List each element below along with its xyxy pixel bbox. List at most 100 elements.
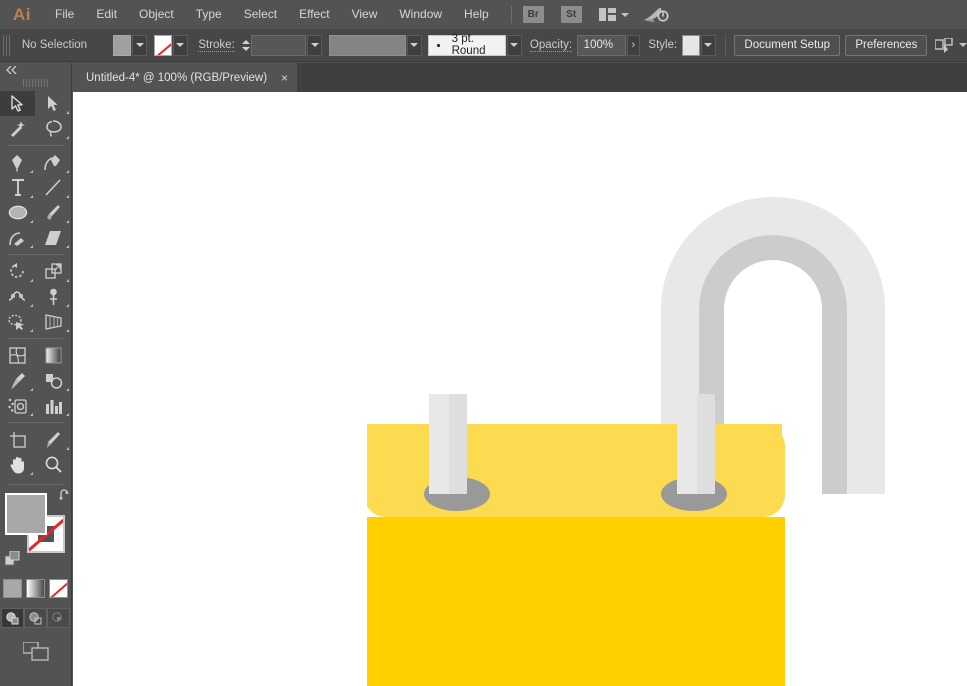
tools-panel	[0, 63, 72, 686]
document-setup-button[interactable]: Document Setup	[734, 34, 841, 56]
tool-flyout-indicator	[30, 195, 33, 198]
control-bar-grip[interactable]	[3, 34, 10, 56]
brush-definition-dropdown[interactable]	[506, 34, 522, 56]
menu-effect[interactable]: Effect	[288, 0, 340, 29]
collapse-panel-button[interactable]	[0, 63, 71, 77]
tools-panel-grip[interactable]	[22, 77, 49, 88]
type-tool[interactable]	[0, 175, 35, 200]
symbol-sprayer-tool[interactable]	[0, 393, 35, 418]
tool-flyout-indicator	[65, 388, 69, 391]
brush-definition-field[interactable]: 3 pt. Round	[428, 33, 506, 57]
draw-behind-button[interactable]	[24, 608, 47, 628]
tool-flyout-indicator	[30, 170, 33, 173]
draw-normal-button[interactable]	[1, 608, 24, 628]
menu-object[interactable]: Object	[128, 0, 185, 29]
tool-flyout-indicator	[30, 472, 33, 475]
tool-flyout-indicator	[30, 220, 33, 223]
magic-wand-tool[interactable]	[0, 116, 35, 141]
color-mode-button[interactable]	[3, 579, 22, 598]
stroke-swatch-dropdown[interactable]	[172, 34, 188, 56]
slice-tool[interactable]	[36, 427, 71, 452]
eraser-tool[interactable]	[36, 225, 71, 250]
direct-selection-tool[interactable]	[36, 91, 71, 116]
selection-status-label: No Selection	[21, 39, 88, 51]
graphic-style-swatch[interactable]	[681, 34, 700, 56]
pen-tool[interactable]	[0, 150, 35, 175]
menu-window[interactable]: Window	[388, 0, 453, 29]
line-segment-tool[interactable]	[36, 175, 71, 200]
brush-dot-icon	[437, 43, 440, 47]
menu-view[interactable]: View	[341, 0, 389, 29]
arrange-documents-icon[interactable]	[598, 8, 629, 21]
tool-group-drawing	[0, 150, 71, 250]
pencil-tool[interactable]	[0, 225, 35, 250]
graphic-style-dropdown[interactable]	[700, 34, 716, 56]
menu-edit[interactable]: Edit	[85, 0, 128, 29]
draw-inside-button[interactable]	[47, 608, 70, 628]
close-icon[interactable]: ×	[281, 72, 288, 84]
swap-fill-stroke-icon[interactable]	[58, 489, 73, 504]
stepper-down-icon	[242, 46, 251, 51]
change-screen-mode-icon[interactable]	[0, 642, 71, 661]
stroke-weight-input[interactable]	[251, 34, 307, 56]
scale-tool[interactable]	[36, 259, 71, 284]
chevron-down-icon	[310, 43, 319, 47]
free-transform-tool[interactable]	[36, 284, 71, 309]
stroke-weight-stepper[interactable]	[241, 35, 252, 56]
chevron-down-icon	[510, 43, 519, 47]
padlock-illustration[interactable]	[367, 154, 967, 686]
mesh-tool[interactable]	[0, 343, 35, 368]
eyedropper-tool[interactable]	[0, 368, 35, 393]
tools-divider	[8, 484, 63, 485]
search-adobe-stock-icon[interactable]	[643, 6, 669, 24]
paintbrush-tool[interactable]	[36, 200, 71, 225]
tool-flyout-indicator	[65, 136, 69, 139]
variable-width-dropdown[interactable]	[406, 34, 422, 56]
stroke-weight-label[interactable]: Stroke:	[198, 39, 235, 52]
fill-color-swatch[interactable]	[113, 34, 132, 56]
brush-definition-label: 3 pt. Round	[451, 33, 486, 57]
variable-width-profile-input[interactable]	[329, 34, 406, 56]
gradient-tool[interactable]	[36, 343, 71, 368]
menu-help[interactable]: Help	[453, 0, 500, 29]
hand-tool[interactable]	[0, 452, 35, 477]
tool-flyout-indicator	[65, 111, 69, 114]
toolbar-fill-swatch[interactable]	[4, 493, 47, 535]
none-mode-button[interactable]	[49, 579, 68, 598]
preferences-button[interactable]: Preferences	[845, 34, 928, 56]
artboard-tool[interactable]	[0, 427, 35, 452]
tool-flyout-indicator	[65, 304, 69, 307]
rotate-tool[interactable]	[0, 259, 35, 284]
ellipse-tool[interactable]	[0, 200, 35, 225]
zoom-tool[interactable]	[36, 452, 71, 477]
gradient-mode-button[interactable]	[26, 579, 45, 598]
opacity-expand-button[interactable]: ›	[626, 34, 641, 56]
menu-type[interactable]: Type	[185, 0, 233, 29]
document-tab[interactable]: Untitled-4* @ 100% (RGB/Preview) ×	[72, 63, 298, 92]
fill-swatch-dropdown[interactable]	[132, 34, 147, 56]
selection-tool[interactable]	[0, 91, 35, 116]
opacity-input[interactable]: 100%	[576, 34, 626, 56]
blend-tool[interactable]	[36, 368, 71, 393]
curvature-tool[interactable]	[36, 150, 71, 175]
perspective-grid-tool[interactable]	[36, 309, 71, 334]
default-fill-stroke-icon[interactable]	[4, 550, 20, 571]
menu-file[interactable]: File	[44, 0, 85, 29]
control-bar: No Selection Stroke: 3 pt. Round Opacity…	[0, 29, 967, 62]
bridge-icon[interactable]: Br	[522, 6, 544, 23]
tool-group-navigation	[0, 427, 71, 477]
tool-flyout-indicator	[30, 329, 33, 332]
stock-icon[interactable]: St	[560, 6, 582, 23]
stroke-color-swatch[interactable]	[153, 34, 172, 56]
artboard-canvas[interactable]	[73, 92, 967, 686]
stroke-weight-dropdown[interactable]	[307, 34, 323, 56]
tools-divider	[8, 422, 63, 423]
select-similar-objects-icon[interactable]	[935, 37, 967, 53]
menu-select[interactable]: Select	[233, 0, 288, 29]
tool-flyout-indicator	[30, 279, 33, 282]
width-tool[interactable]	[0, 284, 35, 309]
opacity-label[interactable]: Opacity:	[529, 39, 573, 52]
lasso-tool[interactable]	[36, 116, 71, 141]
column-graph-tool[interactable]	[36, 393, 71, 418]
shape-builder-tool[interactable]	[0, 309, 35, 334]
